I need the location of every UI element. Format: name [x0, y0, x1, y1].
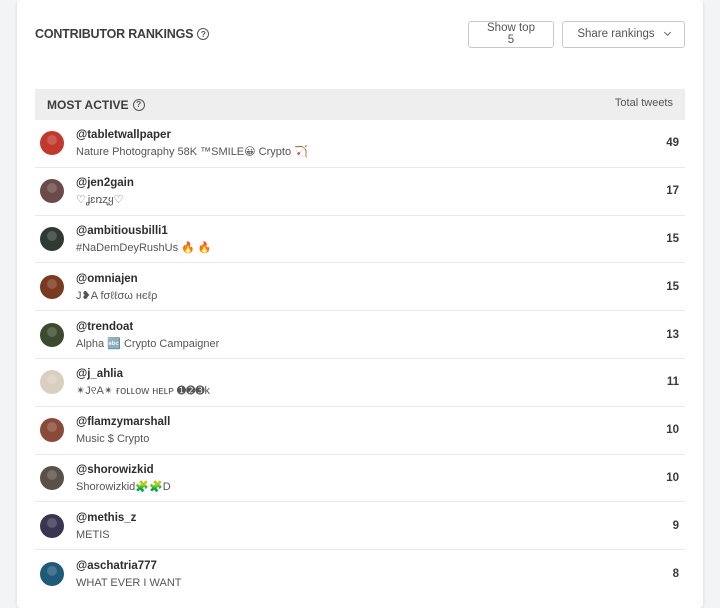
tweet-count: 17 — [666, 185, 679, 198]
table-row[interactable]: @flamzymarshall Music $ Crypto 10 — [35, 407, 685, 455]
tweet-count: 15 — [666, 232, 679, 245]
avatar[interactable] — [40, 322, 64, 347]
table-row[interactable]: @tabletwallpaper Nature Photography 58K … — [35, 120, 685, 168]
tweet-count: 15 — [666, 280, 679, 293]
show-top-button[interactable]: Show top 5 — [468, 20, 554, 48]
user-handle[interactable]: @trendoat — [76, 320, 645, 334]
avatar[interactable] — [40, 131, 64, 156]
table-row[interactable]: @aschatria777 WHAT EVER I WANT 8 — [35, 550, 685, 598]
table-row[interactable]: @omniajen J❥A fσℓℓσω нєℓρ 15 — [35, 263, 685, 312]
avatar[interactable] — [40, 370, 64, 395]
user-info: @shorowizkid Shorowizkid🧩🧩D — [76, 463, 645, 494]
user-info: @tabletwallpaper Nature Photography 58K … — [76, 128, 645, 159]
help-icon[interactable]: ? — [197, 28, 210, 40]
table-row[interactable]: @shorowizkid Shorowizkid🧩🧩D 10 — [35, 455, 685, 503]
title-text: CONTRIBUTOR RANKINGS — [35, 27, 194, 41]
user-handle[interactable]: @flamzymarshall — [76, 415, 645, 429]
user-info: @trendoat Alpha 🔤 Crypto Campaigner — [76, 320, 645, 351]
table-body: @tabletwallpaper Nature Photography 58K … — [35, 120, 685, 598]
table-row[interactable]: @jen2gain ♡ʝɛռʐყ♡ 17 — [35, 168, 685, 216]
tweet-count: 9 — [672, 519, 679, 532]
user-handle[interactable]: @methis_z — [76, 511, 645, 525]
user-bio: J❥A fσℓℓσω нєℓρ — [76, 289, 158, 302]
user-bio: ✴J୧A✴ ғᴏʟʟᴏᴡ ʜᴇʟᴘ ➊➋➌k — [76, 385, 211, 398]
user-bio: METIS — [76, 528, 110, 541]
avatar[interactable] — [40, 418, 64, 443]
table-row[interactable]: @trendoat Alpha 🔤 Crypto Campaigner 13 — [35, 311, 685, 359]
tweet-count: 10 — [666, 424, 679, 437]
section-title-text: MOST ACTIVE — [47, 97, 129, 112]
user-info: @j_ahlia ✴J୧A✴ ғᴏʟʟᴏᴡ ʜᴇʟᴘ ➊➋➌k — [76, 367, 645, 398]
section-title: MOST ACTIVE ? — [47, 98, 145, 112]
table-row[interactable]: @methis_z METIS 9 — [35, 502, 685, 551]
page-title: CONTRIBUTOR RANKINGS ? — [35, 27, 210, 41]
avatar[interactable] — [40, 274, 64, 299]
user-info: @ambitiousbilli1 #NaDemDeyRushUs 🔥 🔥 — [76, 224, 645, 255]
user-handle[interactable]: @ambitiousbilli1 — [76, 224, 645, 238]
user-handle[interactable]: @j_ahlia — [76, 367, 645, 381]
table-row[interactable]: @j_ahlia ✴J୧A✴ ғᴏʟʟᴏᴡ ʜᴇʟᴘ ➊➋➌k 11 — [35, 359, 685, 407]
user-bio: Music $ Crypto — [76, 433, 150, 446]
user-info: @aschatria777 WHAT EVER I WANT — [76, 559, 645, 590]
tweet-count: 11 — [666, 376, 679, 389]
user-info: @omniajen J❥A fσℓℓσω нєℓρ — [76, 272, 645, 303]
avatar[interactable] — [40, 562, 64, 587]
user-bio: Alpha 🔤 Crypto Campaigner — [76, 337, 220, 350]
count-column-header: Total tweets — [614, 96, 673, 109]
user-handle[interactable]: @jen2gain — [76, 176, 645, 190]
user-bio: #NaDemDeyRushUs 🔥 🔥 — [76, 241, 212, 254]
tweet-count: 10 — [666, 471, 679, 484]
user-info: @jen2gain ♡ʝɛռʐყ♡ — [76, 176, 645, 207]
share-rankings-label: Share rankings — [577, 28, 655, 40]
chevron-down-icon — [663, 28, 671, 37]
table-row[interactable]: @ambitiousbilli1 #NaDemDeyRushUs 🔥 🔥 15 — [35, 216, 685, 264]
user-handle[interactable]: @tabletwallpaper — [76, 128, 645, 142]
tweet-count: 13 — [666, 328, 679, 341]
user-bio: ♡ʝɛռʐყ♡ — [76, 194, 124, 207]
user-info: @methis_z METIS — [76, 511, 645, 542]
user-bio: Nature Photography 58K ™SMILE😀 Crypto 🏹 — [76, 146, 308, 159]
tweet-count: 8 — [672, 568, 679, 581]
rankings-header: CONTRIBUTOR RANKINGS ? Show top 5 Share … — [35, 20, 685, 48]
user-bio: Shorowizkid🧩🧩D — [76, 480, 171, 493]
rankings-table: MOST ACTIVE ? Total tweets @tabletwallpa… — [35, 89, 685, 598]
rankings-card: CONTRIBUTOR RANKINGS ? Show top 5 Share … — [17, 0, 703, 608]
share-rankings-button[interactable]: Share rankings — [562, 20, 685, 48]
user-bio: WHAT EVER I WANT — [76, 577, 182, 590]
avatar[interactable] — [40, 226, 64, 251]
user-handle[interactable]: @omniajen — [76, 272, 645, 286]
avatar[interactable] — [40, 465, 64, 490]
user-info: @flamzymarshall Music $ Crypto — [76, 415, 645, 446]
avatar[interactable] — [40, 179, 64, 204]
table-header: MOST ACTIVE ? Total tweets — [35, 89, 685, 120]
avatar[interactable] — [40, 513, 64, 538]
tweet-count: 49 — [666, 137, 679, 150]
user-handle[interactable]: @shorowizkid — [76, 463, 645, 477]
user-handle[interactable]: @aschatria777 — [76, 559, 645, 573]
header-actions: Show top 5 Share rankings — [468, 20, 685, 48]
section-help-icon[interactable]: ? — [132, 98, 145, 111]
